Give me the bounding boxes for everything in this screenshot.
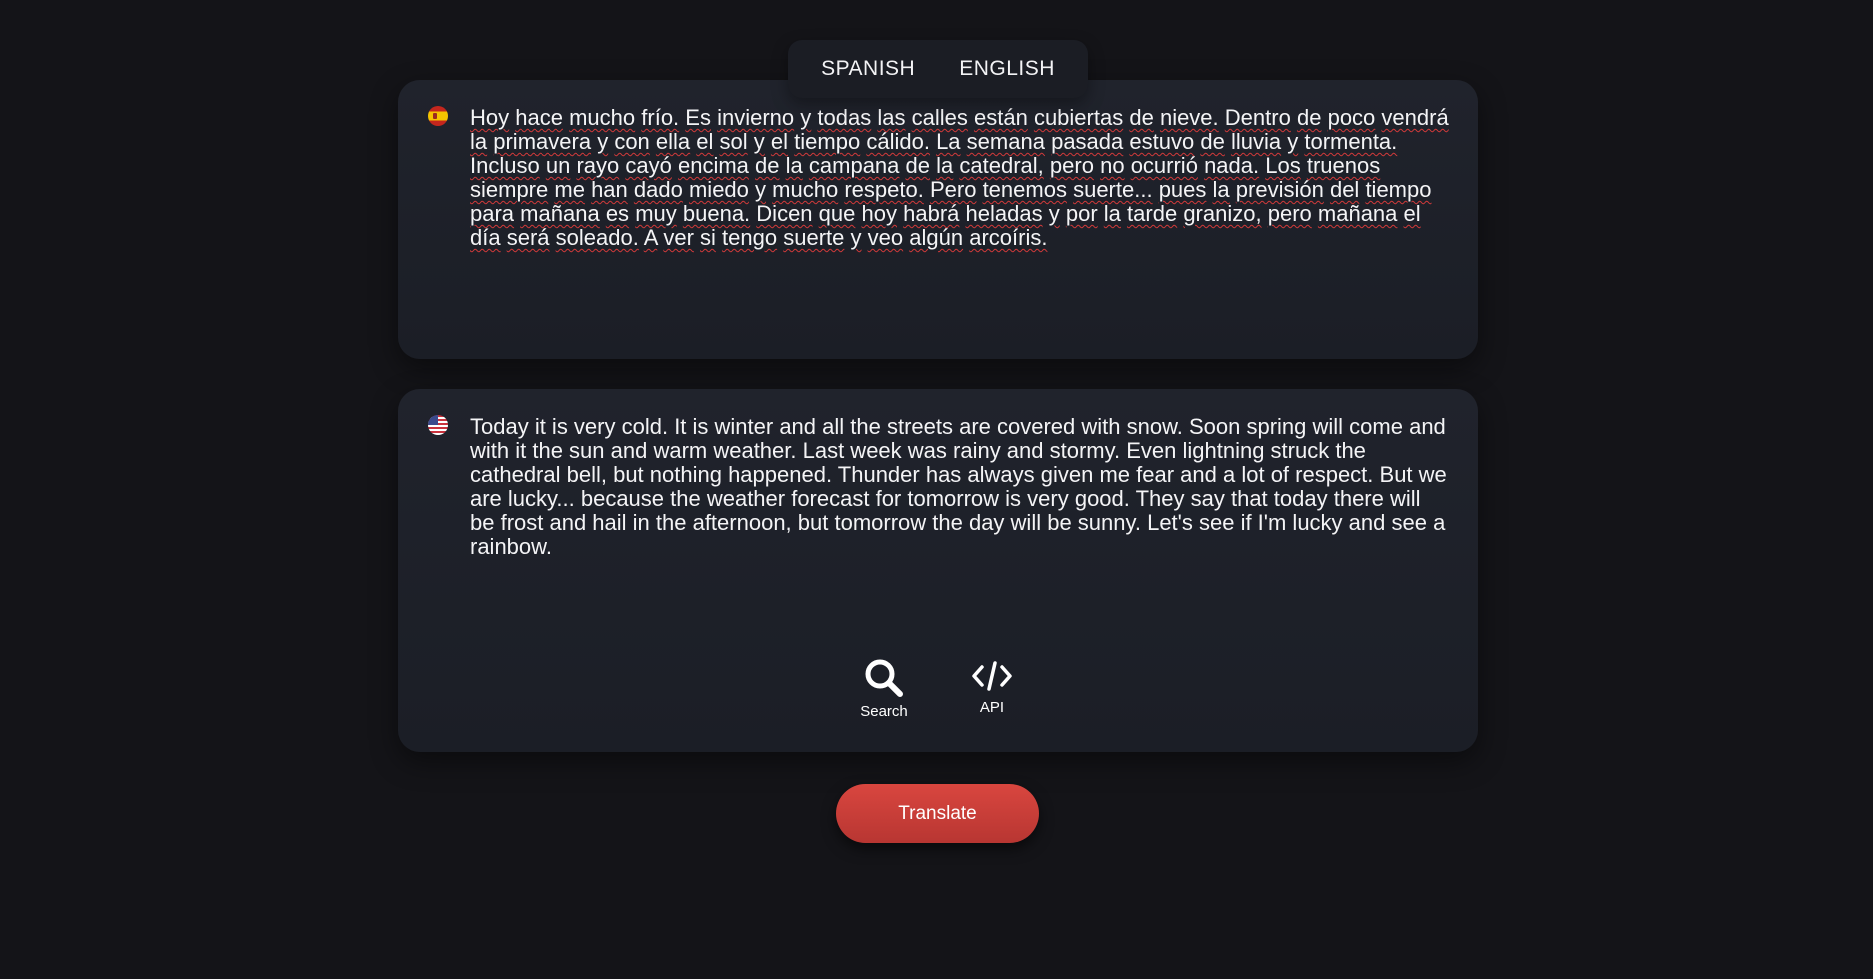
usa-flag-icon: [428, 415, 448, 435]
tool-bar: Search API: [398, 657, 1478, 720]
source-text-input[interactable]: Hoy hace mucho frío. Es invierno y todas…: [470, 106, 1450, 250]
tab-source-language[interactable]: SPANISH: [821, 57, 915, 81]
translated-text-output[interactable]: Today it is very cold. It is winter and …: [470, 415, 1450, 559]
api-button[interactable]: API: [962, 657, 1022, 720]
source-text-panel: Hoy hace mucho frío. Es invierno y todas…: [398, 80, 1478, 359]
language-tabs: SPANISH ENGLISH: [788, 40, 1088, 98]
translator-app: SPANISH ENGLISH Hoy hace mucho frío. Es …: [0, 0, 1873, 979]
api-label: API: [979, 699, 1005, 716]
tab-target-language[interactable]: ENGLISH: [959, 57, 1055, 81]
spain-flag-icon: [428, 106, 448, 126]
search-icon: [865, 659, 903, 697]
code-icon: [972, 661, 1012, 691]
target-text-panel: Today it is very cold. It is winter and …: [398, 389, 1478, 752]
search-label: Search: [860, 703, 908, 720]
translate-button[interactable]: Translate: [836, 784, 1039, 843]
search-button[interactable]: Search: [854, 657, 914, 720]
